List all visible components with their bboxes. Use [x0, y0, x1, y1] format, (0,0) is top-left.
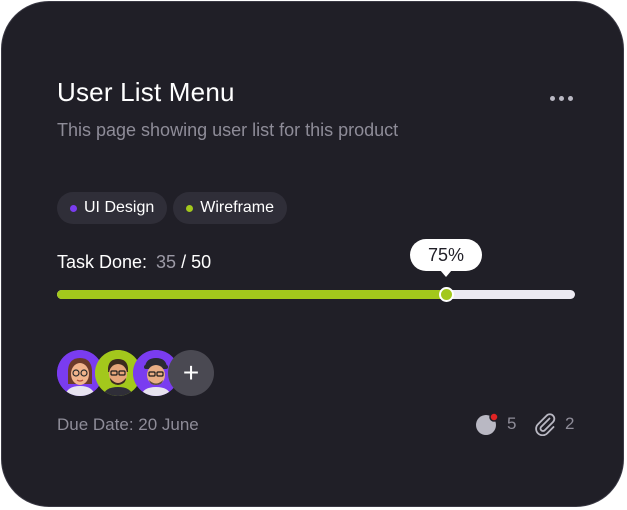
task-label-text: Task Done:: [57, 252, 148, 272]
progress-handle[interactable]: [439, 287, 454, 302]
progress-tooltip: 75%: [410, 239, 482, 277]
more-button[interactable]: [550, 88, 580, 108]
due-date: Due Date: 20 June: [57, 415, 199, 434]
task-card: User List Menu This page showing user li…: [1, 1, 624, 507]
tag-ui-design[interactable]: UI Design: [57, 192, 168, 224]
comments-count: 5: [507, 414, 517, 433]
task-separator: /: [181, 252, 187, 272]
task-total-count: 50: [191, 252, 212, 272]
progress-bar[interactable]: [57, 287, 575, 302]
tag-list: UI Design Wireframe: [57, 192, 288, 224]
tag-label: Wireframe: [200, 199, 275, 216]
card-subtitle: This page showing user list for this pro…: [57, 120, 399, 140]
comment-icon: [476, 412, 499, 435]
paperclip-icon: [535, 413, 556, 436]
tag-wireframe[interactable]: Wireframe: [173, 192, 288, 224]
card-title: User List Menu: [57, 77, 235, 107]
task-done-label: Task Done: 35 / 50: [57, 252, 211, 273]
attachments-count: 2: [565, 414, 575, 433]
add-member-button[interactable]: +: [168, 350, 214, 396]
tag-dot-icon: [186, 204, 194, 212]
tag-dot-icon: [70, 204, 77, 212]
attachments-stat[interactable]: 2: [533, 412, 574, 436]
more-dots-icon: [550, 95, 555, 101]
tag-label: UI Design: [84, 199, 155, 216]
comments-stat[interactable]: 5: [475, 412, 516, 436]
task-done-count: 35: [156, 252, 177, 272]
progress-fill: [57, 290, 446, 299]
